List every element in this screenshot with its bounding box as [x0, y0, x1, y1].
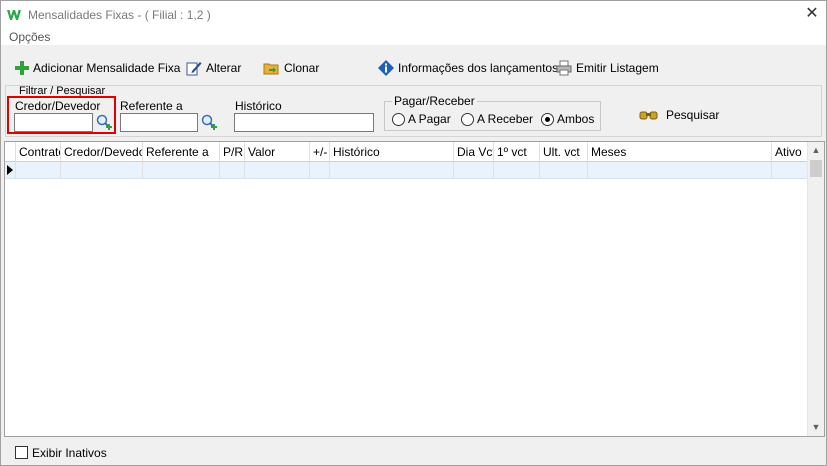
- cell-primeiro-vct[interactable]: [494, 162, 540, 179]
- cell-valor[interactable]: [245, 162, 310, 179]
- show-inactive-label: Exibir Inativos: [32, 446, 107, 460]
- add-mensalidade-button[interactable]: Adicionar Mensalidade Fixa: [15, 59, 180, 77]
- grid-header: Contrato Credor/Devedor Referente a P/R …: [5, 142, 808, 162]
- col-meses[interactable]: Meses: [588, 142, 772, 162]
- close-button[interactable]: ✕: [798, 1, 826, 29]
- cell-pr[interactable]: [220, 162, 245, 179]
- scroll-down-arrow-icon[interactable]: ▼: [808, 419, 824, 436]
- info-lancamentos-label: Informações dos lançamentos: [398, 61, 559, 75]
- historico-label: Histórico: [235, 99, 282, 113]
- printer-icon: [556, 60, 572, 76]
- col-primeiro-vct[interactable]: 1º vct: [494, 142, 540, 162]
- emitir-listagem-button[interactable]: Emitir Listagem: [556, 59, 659, 77]
- plus-icon: [15, 61, 29, 75]
- credor-devedor-input[interactable]: [14, 113, 93, 132]
- show-inactive-checkbox[interactable]: [15, 446, 28, 459]
- edit-button[interactable]: Alterar: [186, 59, 241, 77]
- vertical-scrollbar[interactable]: ▲ ▼: [807, 142, 824, 436]
- credor-devedor-label: Credor/Devedor: [15, 99, 101, 113]
- search-credor-icon[interactable]: [95, 113, 113, 131]
- radio-a-pagar[interactable]: A Pagar: [392, 112, 451, 126]
- info-icon: [378, 60, 394, 76]
- search-referente-icon[interactable]: [200, 113, 218, 131]
- radio-a-receber-label: A Receber: [477, 112, 534, 126]
- col-dia-vct[interactable]: Dia Vct: [454, 142, 494, 162]
- title-bar: Mensalidades Fixas - ( Filial : 1,2 ) ✕: [1, 1, 826, 29]
- row-indicator-header: [5, 142, 16, 162]
- col-pr[interactable]: P/R: [220, 142, 245, 162]
- radio-ambos-circle[interactable]: [541, 112, 554, 126]
- col-plus-minus[interactable]: +/-: [310, 142, 330, 162]
- radio-a-pagar-circle[interactable]: [392, 112, 405, 126]
- radio-a-receber[interactable]: A Receber: [461, 112, 533, 126]
- menu-opcoes[interactable]: Opções: [9, 30, 50, 44]
- window-title: Mensalidades Fixas - ( Filial : 1,2 ): [28, 8, 211, 22]
- main-window: Mensalidades Fixas - ( Filial : 1,2 ) ✕ …: [0, 0, 827, 466]
- col-contrato[interactable]: Contrato: [16, 142, 61, 162]
- cell-dia-vct[interactable]: [454, 162, 494, 179]
- app-logo-icon: [7, 10, 21, 20]
- folder-clone-icon: [263, 63, 279, 75]
- toolbar: Adicionar Mensalidade Fixa Alterar Clona…: [1, 51, 826, 85]
- col-historico[interactable]: Histórico: [330, 142, 454, 162]
- add-mensalidade-label: Adicionar Mensalidade Fixa: [33, 61, 181, 75]
- clone-label: Clonar: [284, 61, 320, 75]
- historico-input[interactable]: [234, 113, 374, 132]
- cell-meses[interactable]: [588, 162, 772, 179]
- row-indicator-cell: [5, 162, 16, 179]
- edit-pencil-icon: [186, 62, 202, 76]
- radio-a-receber-circle[interactable]: [461, 112, 474, 126]
- cell-plus-minus[interactable]: [310, 162, 330, 179]
- col-valor[interactable]: Valor: [245, 142, 310, 162]
- pagar-receber-legend: Pagar/Receber: [392, 94, 477, 108]
- cell-credor-devedor[interactable]: [61, 162, 143, 179]
- cell-contrato[interactable]: [16, 162, 61, 179]
- pesquisar-button[interactable]: Pesquisar: [639, 106, 719, 124]
- info-lancamentos-button[interactable]: Informações dos lançamentos: [378, 59, 558, 77]
- binoculars-icon: [639, 111, 658, 120]
- cell-referente[interactable]: [143, 162, 220, 179]
- menu-bar: Opções: [1, 29, 826, 45]
- results-grid[interactable]: Contrato Credor/Devedor Referente a P/R …: [4, 141, 825, 437]
- clone-button[interactable]: Clonar: [263, 59, 319, 77]
- radio-ambos[interactable]: Ambos: [541, 112, 594, 126]
- referente-label: Referente a: [120, 99, 183, 113]
- cell-ult-vct[interactable]: [540, 162, 588, 179]
- edit-label: Alterar: [206, 61, 242, 75]
- scroll-up-arrow-icon[interactable]: ▲: [808, 142, 824, 159]
- cell-historico[interactable]: [330, 162, 454, 179]
- scrollbar-thumb[interactable]: [810, 160, 822, 177]
- radio-a-pagar-label: A Pagar: [408, 112, 451, 126]
- table-row[interactable]: [5, 162, 808, 179]
- emitir-listagem-label: Emitir Listagem: [576, 61, 659, 75]
- pesquisar-label: Pesquisar: [666, 108, 720, 122]
- footer-bar: [1, 439, 826, 465]
- col-credor-devedor[interactable]: Credor/Devedor: [61, 142, 143, 162]
- cell-ativo[interactable]: [772, 162, 808, 179]
- col-ativo[interactable]: Ativo: [772, 142, 808, 162]
- col-ult-vct[interactable]: Ult. vct: [540, 142, 588, 162]
- col-referente[interactable]: Referente a: [143, 142, 220, 162]
- radio-ambos-label: Ambos: [557, 112, 595, 126]
- referente-input[interactable]: [120, 113, 198, 132]
